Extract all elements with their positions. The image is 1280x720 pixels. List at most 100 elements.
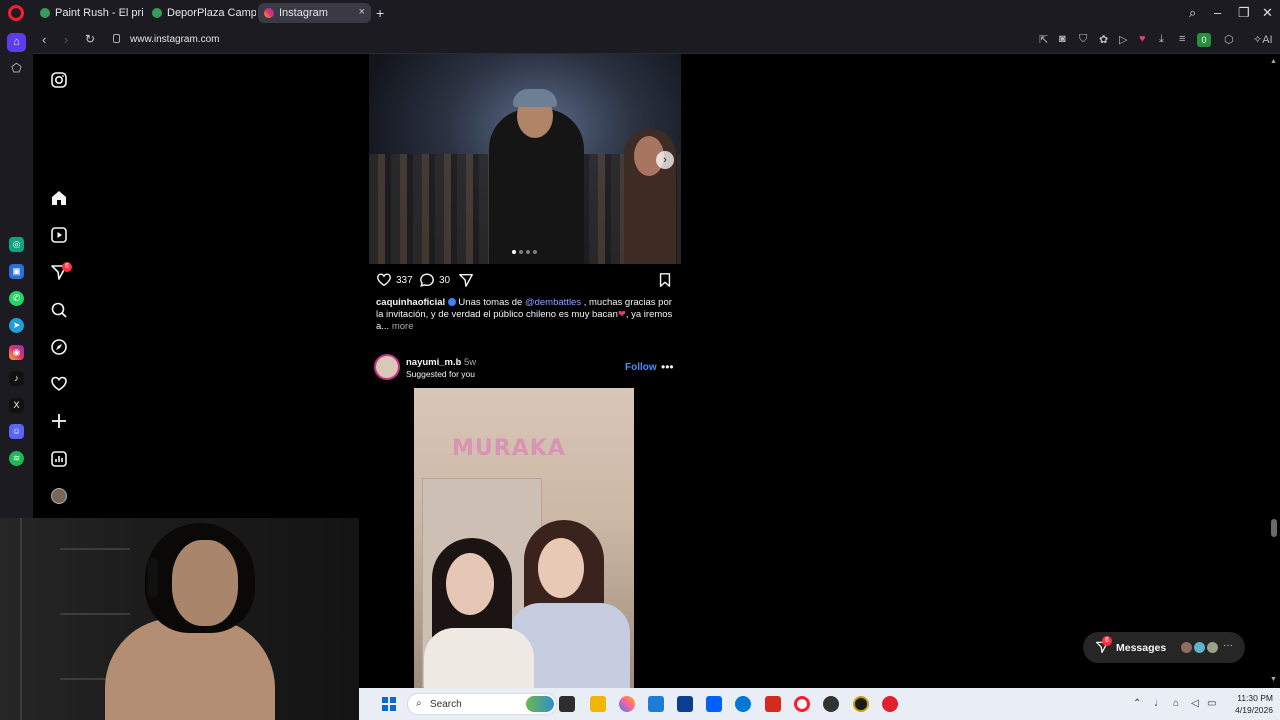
tiktok-icon[interactable]: ♪ [9, 371, 24, 386]
dashboard-icon[interactable] [50, 450, 68, 468]
post-author-avatar[interactable] [374, 354, 400, 380]
file-explorer-icon[interactable] [590, 696, 606, 712]
x-twitter-icon[interactable]: X [9, 398, 24, 413]
volume-icon[interactable]: ◁ [1191, 698, 1199, 709]
search-icon[interactable] [50, 301, 68, 319]
cube-icon[interactable]: ⬡ [1224, 33, 1234, 46]
url-field[interactable]: www.instagram.com [130, 34, 219, 45]
browser-search-icon[interactable]: ⌕ [1189, 5, 1196, 21]
spotify-icon[interactable]: ≋ [9, 451, 24, 466]
contact-avatar [1193, 641, 1206, 654]
create-icon[interactable] [50, 412, 68, 430]
microphone-icon[interactable]: ♩ [1154, 698, 1164, 709]
reload-button[interactable]: ↻ [85, 32, 95, 46]
caption-mention[interactable]: @dembattles [525, 297, 581, 308]
wps-icon[interactable] [765, 696, 781, 712]
camera-icon[interactable]: ◙ [1059, 33, 1066, 45]
player-icon[interactable]: ▷ [1119, 33, 1127, 46]
whatsapp-icon[interactable]: ✆ [9, 291, 24, 306]
extension-badge[interactable]: 0 [1197, 33, 1211, 47]
comment-count: 30 [439, 275, 451, 286]
post-video-frame[interactable]: MURAKA [369, 388, 681, 688]
restore-button[interactable]: ❐ [1238, 5, 1250, 21]
post-options-icon[interactable]: ••• [661, 360, 674, 374]
opera-taskbar-icon[interactable] [794, 696, 810, 712]
tab-instagram[interactable]: Instagram × [258, 3, 371, 23]
shield-icon[interactable]: ⛉ [1079, 33, 1087, 46]
share-icon[interactable] [458, 272, 474, 288]
discord-icon[interactable]: ☺ [9, 424, 24, 439]
save-bookmark-icon[interactable] [657, 272, 673, 288]
post-image-carousel[interactable]: › [369, 54, 681, 264]
explore-icon[interactable] [50, 338, 68, 356]
battery-icon[interactable]: ▭ [1207, 698, 1216, 709]
telegram-icon[interactable]: ➤ [9, 318, 24, 333]
post-caption: caquinhaoficial Unas tomas de @dembattle… [376, 297, 676, 333]
home-icon[interactable]: ⌂ [7, 33, 26, 52]
photo-person-shirt [424, 628, 534, 688]
tab-close-icon[interactable]: × [359, 6, 365, 18]
caption-username[interactable]: caquinhaoficial [376, 297, 445, 308]
reels-icon[interactable] [50, 226, 68, 244]
post-video[interactable]: MURAKA [414, 388, 634, 688]
pinboard-icon[interactable]: ⬠ [9, 61, 24, 76]
instagram-sidebar-icon[interactable]: ◉ [9, 345, 24, 360]
app-icon[interactable] [823, 696, 839, 712]
post-author-username[interactable]: nayumi_m.b [406, 357, 461, 368]
extension-icon[interactable]: ✿ [1099, 33, 1108, 46]
taskbar-search[interactable]: ⌕ Search [407, 693, 557, 715]
profile-avatar[interactable] [51, 488, 67, 504]
copilot-icon[interactable] [619, 696, 635, 712]
vscode-icon[interactable] [677, 696, 693, 712]
chatgpt-icon[interactable]: ◎ [9, 237, 24, 252]
scroll-up-icon[interactable]: ▲ [1270, 58, 1277, 65]
post-timestamp: • 5w [458, 357, 477, 368]
menu-icon[interactable]: ≡ [1179, 33, 1185, 45]
wall-sign-text: MURAKA [452, 436, 566, 461]
home-nav-icon[interactable] [50, 189, 68, 207]
tray-expand-icon[interactable]: ⌃ [1133, 698, 1141, 709]
heart-icon[interactable] [50, 375, 68, 393]
follow-button[interactable]: Follow [625, 362, 657, 373]
task-view-icon[interactable] [559, 696, 575, 712]
close-window-button[interactable]: ✕ [1262, 5, 1273, 21]
ai-button[interactable]: ✧AI [1253, 33, 1273, 46]
tab-deporplaza[interactable]: DeporPlaza Campo de M [146, 3, 256, 23]
carousel-dot [526, 250, 530, 254]
carousel-next-icon[interactable]: › [656, 151, 674, 169]
webcam-overlay [0, 518, 359, 720]
store-icon[interactable] [648, 696, 664, 712]
page-scrollbar[interactable]: ▲ ▼ [1268, 54, 1280, 688]
edge-icon[interactable] [735, 696, 751, 712]
back-button[interactable]: ‹ [42, 32, 46, 47]
photo-cap [513, 89, 557, 107]
share-icon[interactable]: ⇱ [1039, 33, 1048, 46]
webcam-person-body [105, 618, 275, 720]
like-icon[interactable] [376, 272, 392, 288]
scroll-down-icon[interactable]: ▼ [1270, 676, 1277, 683]
opera-logo-icon[interactable] [8, 5, 24, 21]
minimize-button[interactable]: – [1214, 5, 1221, 20]
messenger-icon[interactable]: ▣ [9, 264, 24, 279]
scrollbar-thumb[interactable] [1271, 519, 1277, 537]
dropbox-icon[interactable] [706, 696, 722, 712]
caption-text: Unas tomas de [455, 297, 525, 308]
comment-icon[interactable] [419, 272, 435, 288]
post-suggestion-label: Suggested for you [406, 369, 475, 379]
network-icon[interactable]: ⌂ [1173, 698, 1179, 709]
caption-more-link[interactable]: more [392, 321, 414, 332]
app-icon[interactable] [882, 696, 898, 712]
cabinet-edge [20, 518, 22, 720]
forward-button[interactable]: › [64, 32, 68, 47]
heart-extension-icon[interactable]: ♥ [1139, 33, 1146, 45]
instagram-logo-icon[interactable] [50, 71, 68, 89]
taskbar-clock[interactable]: 11:30 PM 4/19/2026 [1225, 692, 1273, 716]
windows-start-icon[interactable] [382, 697, 396, 711]
app-icon[interactable] [853, 696, 869, 712]
windows-taskbar: ⌕ Search ⌃ ♩ ⌂ ◁ ▭ 11:30 PM 4/19/2026 [359, 688, 1280, 720]
download-icon[interactable]: ⤓ [1159, 33, 1164, 46]
new-tab-button[interactable]: + [376, 5, 384, 21]
like-count: 337 [396, 275, 413, 286]
messages-button[interactable]: 6 Messages ··· [1083, 632, 1245, 663]
tab-paint-rush[interactable]: Paint Rush - El primer spl [34, 3, 144, 23]
